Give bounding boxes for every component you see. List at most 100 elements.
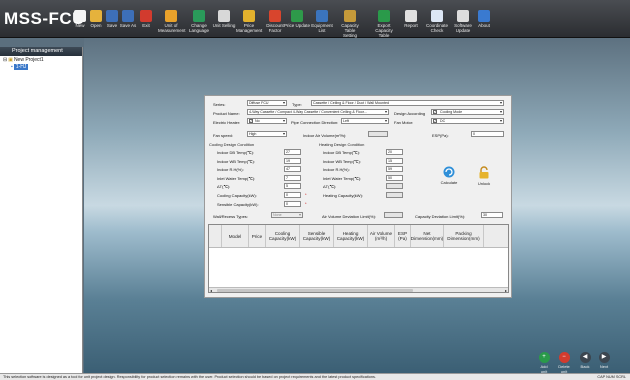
- column-header[interactable]: Net Dimension(mm): [411, 225, 444, 247]
- column-header[interactable]: Price: [249, 225, 266, 247]
- design-mode-value: Cooling Mode: [440, 110, 463, 114]
- toolbar-button-label: Change Language: [188, 23, 210, 33]
- toolbar-button-7[interactable]: Unit Selling: [211, 10, 237, 37]
- product-name-select[interactable]: 4-Way Cassette / Compact 4-Way Cassette …: [247, 109, 389, 115]
- toolbar-button-label: Exit: [142, 23, 150, 28]
- toolbar-icon: [140, 10, 152, 22]
- electric-heater-checkbox[interactable]: ✓: [249, 119, 253, 123]
- series-select[interactable]: Diffuse FCU: [247, 100, 287, 106]
- heat_rows-input[interactable]: 50: [386, 174, 403, 181]
- air-deviation-input[interactable]: [384, 212, 403, 218]
- type-select[interactable]: Cassette / Ceiling & Floor / Duct / Wall…: [311, 100, 504, 106]
- unlock-label: Unlock: [477, 181, 491, 186]
- scroll-right-icon[interactable]: ▸: [505, 288, 507, 292]
- design-mode-select[interactable]: ✓ Cooling Mode: [431, 109, 504, 115]
- required-marker: *: [305, 192, 307, 197]
- cooling-condition-title: Cooling Design Condition: [209, 142, 255, 147]
- cool_rows-label: Indoor R.H(%):: [217, 167, 244, 173]
- project-tree: ⊟ ▣ New Project1 ▪ 1-HJ: [0, 56, 82, 70]
- nav-button-1[interactable]: − Delete unit: [557, 352, 571, 374]
- expand-icon[interactable]: ⊟: [3, 57, 7, 63]
- toolbar-button-label: Report: [404, 23, 418, 28]
- key-indicators: CAP NUM SCRL: [597, 375, 626, 379]
- nav-button-0[interactable]: + Add unit: [537, 352, 551, 374]
- cool_rows-input[interactable]: 27: [284, 149, 301, 155]
- fan-motor-select[interactable]: ✓ DC: [431, 118, 504, 124]
- heat_rows-input[interactable]: [386, 192, 403, 198]
- column-header[interactable]: Air Volume (m³/h): [368, 225, 395, 247]
- design-mode-checkbox[interactable]: ✓: [433, 110, 437, 114]
- nav-label: Next: [599, 364, 609, 369]
- fan-speed-label: Fan speed:: [213, 133, 234, 138]
- cool_rows-label: Indoor DB Temp(℃):: [217, 150, 255, 155]
- toolbar-button-12[interactable]: Capacity Table Setting: [337, 10, 363, 38]
- column-header[interactable]: Cooling Capacity(kW): [266, 225, 300, 247]
- calculate-button[interactable]: Calculate: [438, 166, 460, 185]
- cool_rows-input[interactable]: 0: [284, 192, 301, 198]
- horizontal-scrollbar[interactable]: ◂ ▸: [209, 287, 508, 292]
- heat_rows-input[interactable]: 20: [386, 149, 403, 155]
- toolbar-button-14[interactable]: Report: [398, 10, 424, 37]
- cool_rows-input[interactable]: 7: [284, 174, 301, 181]
- heat_rows-label: Heating Capacity(kW):: [323, 193, 364, 198]
- selection-panel: Series: Diffuse FCU Type: Cassette / Cei…: [204, 95, 512, 298]
- column-header[interactable]: ESP (Pa): [395, 225, 411, 247]
- heat_rows-label: Indoor WB Temp(℃):: [323, 158, 361, 164]
- esp-input[interactable]: 0: [471, 131, 504, 137]
- column-header[interactable]: Packing Dimension(mm): [444, 225, 484, 247]
- unlock-button[interactable]: Unlock: [475, 166, 493, 186]
- column-header[interactable]: Heating Capacity(kW): [334, 225, 368, 247]
- air-deviation-label: Air Volume Deviation Limit(%):: [322, 214, 377, 219]
- toolbar-button-13[interactable]: Export Capacity Table: [371, 10, 397, 38]
- column-header[interactable]: Model: [222, 225, 249, 247]
- heat_rows-label: Inlet Water Temp(℃):: [323, 175, 362, 181]
- toolbar-button-label: Price Update: [284, 23, 311, 28]
- design-according-label: Design According: [394, 111, 426, 116]
- toolbar-button-10[interactable]: Price Update: [284, 10, 310, 37]
- series-label: Series:: [213, 102, 226, 107]
- scroll-left-icon[interactable]: ◂: [210, 288, 212, 292]
- cool_rows-input[interactable]: 19: [284, 157, 301, 164]
- toolbar-icon: [431, 10, 443, 22]
- cool_rows-input[interactable]: 0: [284, 200, 301, 207]
- scroll-thumb[interactable]: [217, 289, 413, 292]
- toolbar-button-label: Discount Factor: [266, 23, 284, 33]
- heat_rows-input[interactable]: 15: [386, 157, 403, 164]
- wall-recess-select[interactable]: None: [271, 212, 303, 218]
- toolbar-icon: [291, 10, 303, 22]
- toolbar-button-17[interactable]: About: [471, 10, 497, 37]
- heat_rows-input[interactable]: [386, 183, 403, 190]
- esp-label: ESP(Pa):: [432, 133, 449, 138]
- pipe-direction-select[interactable]: Left: [341, 118, 389, 124]
- column-header[interactable]: Sensible Capacity(kW): [300, 225, 334, 247]
- toolbar-icon: [269, 10, 281, 22]
- toolbar-button-4[interactable]: Exit: [133, 10, 159, 37]
- column-header[interactable]: [209, 225, 222, 247]
- toolbar-button-6[interactable]: Change Language: [186, 10, 212, 37]
- toolbar-button-5[interactable]: Unit of Measurement: [158, 10, 186, 37]
- tree-item-child[interactable]: ▪ 1-HJ: [3, 63, 82, 70]
- air-volume-label: Indoor Air Volume(m³/h):: [303, 133, 347, 138]
- nav-icon: +: [538, 352, 550, 363]
- toolbar-button-8[interactable]: Price Management: [236, 10, 262, 37]
- heat_rows-input[interactable]: 59: [386, 166, 403, 173]
- electric-heater-select[interactable]: ✓ No: [247, 118, 287, 124]
- nav-button-3[interactable]: ▶ Next: [597, 352, 611, 369]
- cool_rows-input[interactable]: 5: [284, 183, 301, 190]
- toolbar-button-label: About: [478, 23, 490, 28]
- fan-motor-checkbox[interactable]: ✓: [433, 119, 437, 123]
- nav-button-2[interactable]: ◀ Back: [578, 352, 592, 369]
- tree-item-root[interactable]: ⊟ ▣ New Project1: [3, 56, 82, 63]
- capacity-deviation-input[interactable]: 30: [481, 212, 503, 218]
- toolbar-icon: [378, 10, 390, 22]
- fan-speed-select[interactable]: High: [247, 131, 287, 137]
- toolbar-button-11[interactable]: Equipment List: [309, 10, 335, 37]
- main-toolbar: MSS-FCU New Open Save Save As Exit Unit of Me…: [0, 0, 630, 38]
- nav-label: Back: [580, 364, 590, 369]
- toolbar-button-label: Capacity Table Setting: [341, 23, 359, 38]
- tree-root-label: New Project1: [13, 56, 44, 63]
- toolbar-button-15[interactable]: Coordinate Check: [424, 10, 450, 37]
- air-volume-input[interactable]: [368, 131, 388, 137]
- product-name-label: Product Name:: [213, 111, 240, 116]
- cool_rows-input[interactable]: 47: [284, 166, 301, 173]
